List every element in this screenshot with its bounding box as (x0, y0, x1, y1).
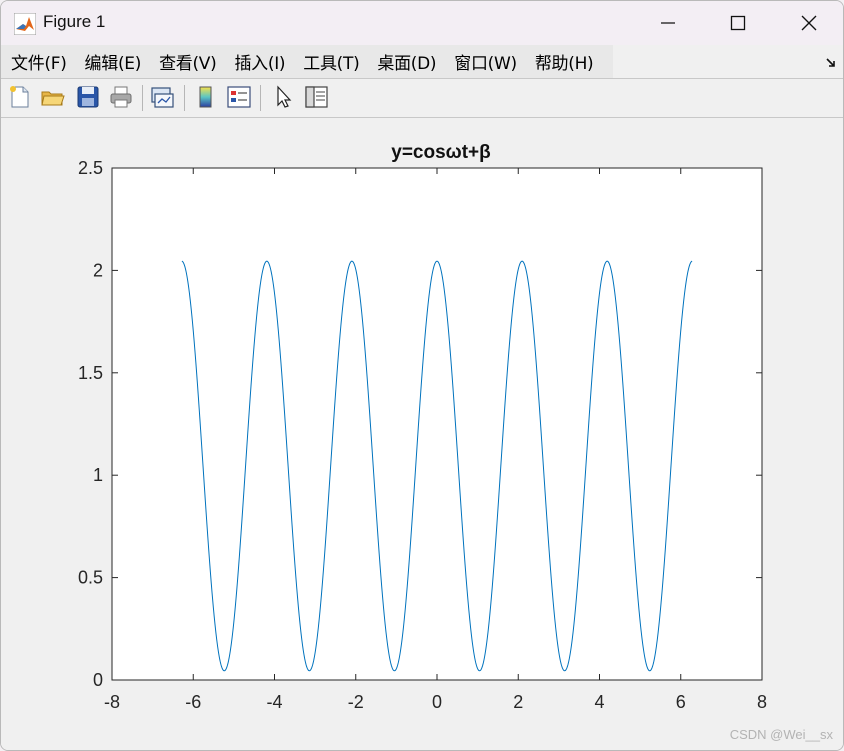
colorbar-button[interactable] (193, 84, 219, 110)
x-tick-label: 0 (432, 692, 442, 712)
menu-tools[interactable]: 工具(T) (293, 49, 367, 74)
pointer-button[interactable] (271, 84, 297, 110)
menu-bar: 文件(F) 编辑(E) 查看(V) 插入(I) 工具(T) 桌面(D) 窗口(W… (1, 45, 843, 78)
x-tick-label: 6 (676, 692, 686, 712)
y-tick-label: 1.5 (78, 363, 103, 383)
window-title: Figure 1 (43, 12, 106, 31)
menu-edit[interactable]: 编辑(E) (75, 49, 150, 74)
title-bar[interactable]: Figure 1 (1, 1, 843, 45)
x-tick-label: -4 (266, 692, 282, 712)
toolbar (1, 79, 843, 117)
menu-window[interactable]: 窗口(W) (444, 49, 525, 74)
property-editor-button[interactable] (303, 84, 329, 110)
toolbar-separator (260, 85, 261, 111)
open-file-icon (41, 91, 65, 106)
maximize-icon (730, 15, 746, 31)
plot-axes[interactable]: y=cosωt+β -8 -6 -4 -2 0 2 4 6 8 0 0.5 1 1.5 2 2.5 (1, 118, 843, 750)
close-button[interactable] (786, 1, 832, 45)
dock-arrow-icon[interactable] (825, 57, 837, 69)
x-tick-label: 4 (594, 692, 604, 712)
link-plot-icon (151, 87, 174, 108)
save-button[interactable] (75, 84, 101, 110)
new-figure-button[interactable] (7, 84, 33, 110)
print-icon (110, 86, 132, 108)
colorbar-icon (199, 86, 212, 108)
menu-strip: 文件(F) 编辑(E) 查看(V) 插入(I) 工具(T) 桌面(D) 窗口(W… (1, 45, 613, 78)
x-tick-label: 2 (513, 692, 523, 712)
y-tick-label: 0 (93, 670, 103, 690)
toolbar-separator (184, 85, 185, 111)
watermark: CSDN @Wei__sx (729, 727, 833, 742)
new-figure-icon (10, 86, 29, 108)
x-tick-label: 8 (757, 692, 767, 712)
y-tick-label: 1 (93, 465, 103, 485)
chart-title: y=cosωt+β (391, 142, 490, 163)
figure-window: Figure 1 文件(F) 编辑(E) 查看(V) 插入(I) 工具(T) 桌… (0, 0, 844, 751)
menu-insert[interactable]: 插入(I) (224, 49, 293, 74)
menu-help[interactable]: 帮助(H) (525, 49, 602, 74)
plot-area (111, 167, 763, 681)
menu-desktop[interactable]: 桌面(D) (367, 49, 444, 74)
print-button[interactable] (108, 84, 134, 110)
menu-view[interactable]: 查看(V) (149, 49, 224, 74)
save-icon (77, 86, 99, 108)
figure-canvas: y=cosωt+β -8 -6 -4 -2 0 2 4 6 8 0 0.5 1 1.5 2 2.5 CSD… (1, 118, 843, 750)
x-tick-label: -8 (104, 692, 120, 712)
x-tick-label: -2 (348, 692, 364, 712)
legend-icon (227, 86, 251, 108)
minimize-button[interactable] (645, 1, 691, 45)
y-tick-label: 2 (93, 260, 103, 280)
maximize-button[interactable] (715, 1, 761, 45)
property-editor-icon (305, 86, 328, 108)
x-tick-label: -6 (185, 692, 201, 712)
open-file-button[interactable] (40, 84, 66, 110)
minimize-icon (661, 22, 675, 24)
y-tick-label: 0.5 (78, 568, 103, 588)
pointer-icon (277, 85, 292, 108)
link-plot-button[interactable] (149, 84, 175, 110)
toolbar-separator (142, 85, 143, 111)
close-icon (801, 15, 817, 31)
matlab-logo-icon (14, 13, 36, 35)
menu-file[interactable]: 文件(F) (1, 49, 75, 74)
legend-button[interactable] (226, 84, 252, 110)
y-tick-label: 2.5 (78, 158, 103, 178)
